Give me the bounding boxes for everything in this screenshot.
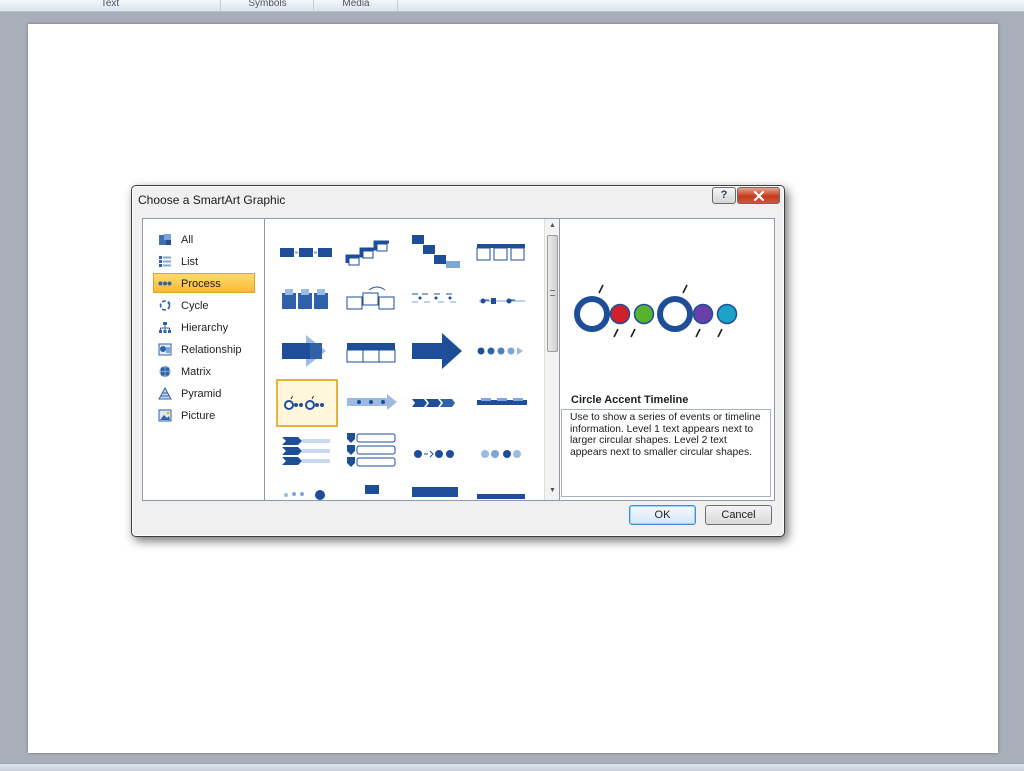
picture-icon	[158, 409, 172, 422]
matrix-icon	[159, 366, 171, 377]
layout-basic-timeline[interactable]	[341, 379, 403, 427]
ribbon-group-media: Media	[315, 0, 398, 11]
category-list-item[interactable]: List	[153, 251, 255, 271]
layout-vertical-arrow-list[interactable]	[341, 429, 403, 477]
preview-title: Circle Accent Timeline	[571, 394, 689, 406]
layout-segmented-process[interactable]	[341, 327, 403, 375]
scroll-down-icon[interactable]: ▼	[549, 487, 556, 494]
layout-gallery	[266, 219, 544, 500]
preview-pane: Circle Accent Timeline Use to show a ser…	[561, 219, 774, 500]
layout-process-arrows[interactable]	[341, 277, 403, 325]
layout-upward-arrow-process[interactable]	[276, 327, 338, 375]
layout-continuous-block-process[interactable]	[471, 229, 533, 277]
layout-row6-item3[interactable]	[406, 481, 468, 500]
layout-row6-item4[interactable]	[471, 481, 533, 500]
layout-descending-process[interactable]	[406, 229, 468, 277]
ribbon-group-text: Text	[0, 0, 221, 11]
layout-vertical-chevron-list[interactable]	[276, 429, 338, 477]
layout-row6-item2[interactable]	[341, 481, 403, 500]
layout-block-arrow[interactable]	[406, 327, 468, 375]
pyramid-icon	[158, 387, 172, 400]
smartart-dialog: Choose a SmartArt Graphic ? All List Pro…	[131, 185, 785, 537]
layout-alternating-flow[interactable]	[406, 277, 468, 325]
layout-interconnected-block-process[interactable]	[471, 379, 533, 427]
category-hierarchy[interactable]: Hierarchy	[153, 317, 255, 337]
dialog-title: Choose a SmartArt Graphic	[138, 193, 286, 207]
list-icon	[159, 256, 171, 267]
relationship-icon	[158, 343, 172, 356]
layout-chevron-list[interactable]	[471, 327, 533, 375]
layout-circle-accent-timeline[interactable]	[276, 379, 338, 427]
category-process[interactable]: Process	[153, 273, 255, 293]
preview-description: Use to show a series of events or timeli…	[561, 409, 771, 497]
category-all[interactable]: All	[153, 229, 255, 249]
dialog-titlebar[interactable]: Choose a SmartArt Graphic ?	[132, 186, 784, 212]
gallery-scrollbar[interactable]: ▲ ▼	[544, 219, 560, 500]
category-list: All List Process Cycle Hierarchy Relatio…	[143, 219, 265, 500]
category-cycle[interactable]: Cycle	[153, 295, 255, 315]
close-icon	[753, 190, 764, 202]
all-icon	[159, 234, 171, 245]
ribbon-group-symbols: Symbols	[222, 0, 314, 11]
layout-row6-item1[interactable]	[276, 481, 338, 500]
layout-basic-process[interactable]	[276, 229, 338, 277]
layout-step-up-process[interactable]	[341, 229, 403, 277]
hierarchy-icon	[159, 322, 171, 333]
category-picture[interactable]: Picture	[153, 405, 255, 425]
scroll-up-icon[interactable]: ▲	[549, 222, 556, 229]
preview-graphic	[574, 284, 738, 338]
cycle-icon	[159, 300, 171, 311]
layout-gear-process[interactable]	[471, 429, 533, 477]
layout-circle-process[interactable]	[471, 277, 533, 325]
process-icon	[158, 281, 172, 286]
ok-button[interactable]: OK	[629, 505, 696, 525]
category-relationship[interactable]: Relationship	[153, 339, 255, 359]
scrollbar-thumb[interactable]	[547, 235, 558, 352]
category-matrix[interactable]: Matrix	[153, 361, 255, 381]
cancel-button[interactable]: Cancel	[705, 505, 772, 525]
close-button[interactable]	[737, 187, 780, 204]
ribbon-group-labels: Text Symbols Media	[0, 0, 1024, 12]
dialog-body: All List Process Cycle Hierarchy Relatio…	[142, 218, 775, 501]
layout-staggered-process[interactable]	[276, 277, 338, 325]
layout-continuous-arrow-process[interactable]	[406, 429, 468, 477]
grip-icon	[550, 290, 555, 296]
category-pyramid[interactable]: Pyramid	[153, 383, 255, 403]
status-bar	[0, 763, 1024, 771]
layout-chevron-process[interactable]	[406, 379, 468, 427]
help-button[interactable]: ?	[712, 187, 736, 204]
